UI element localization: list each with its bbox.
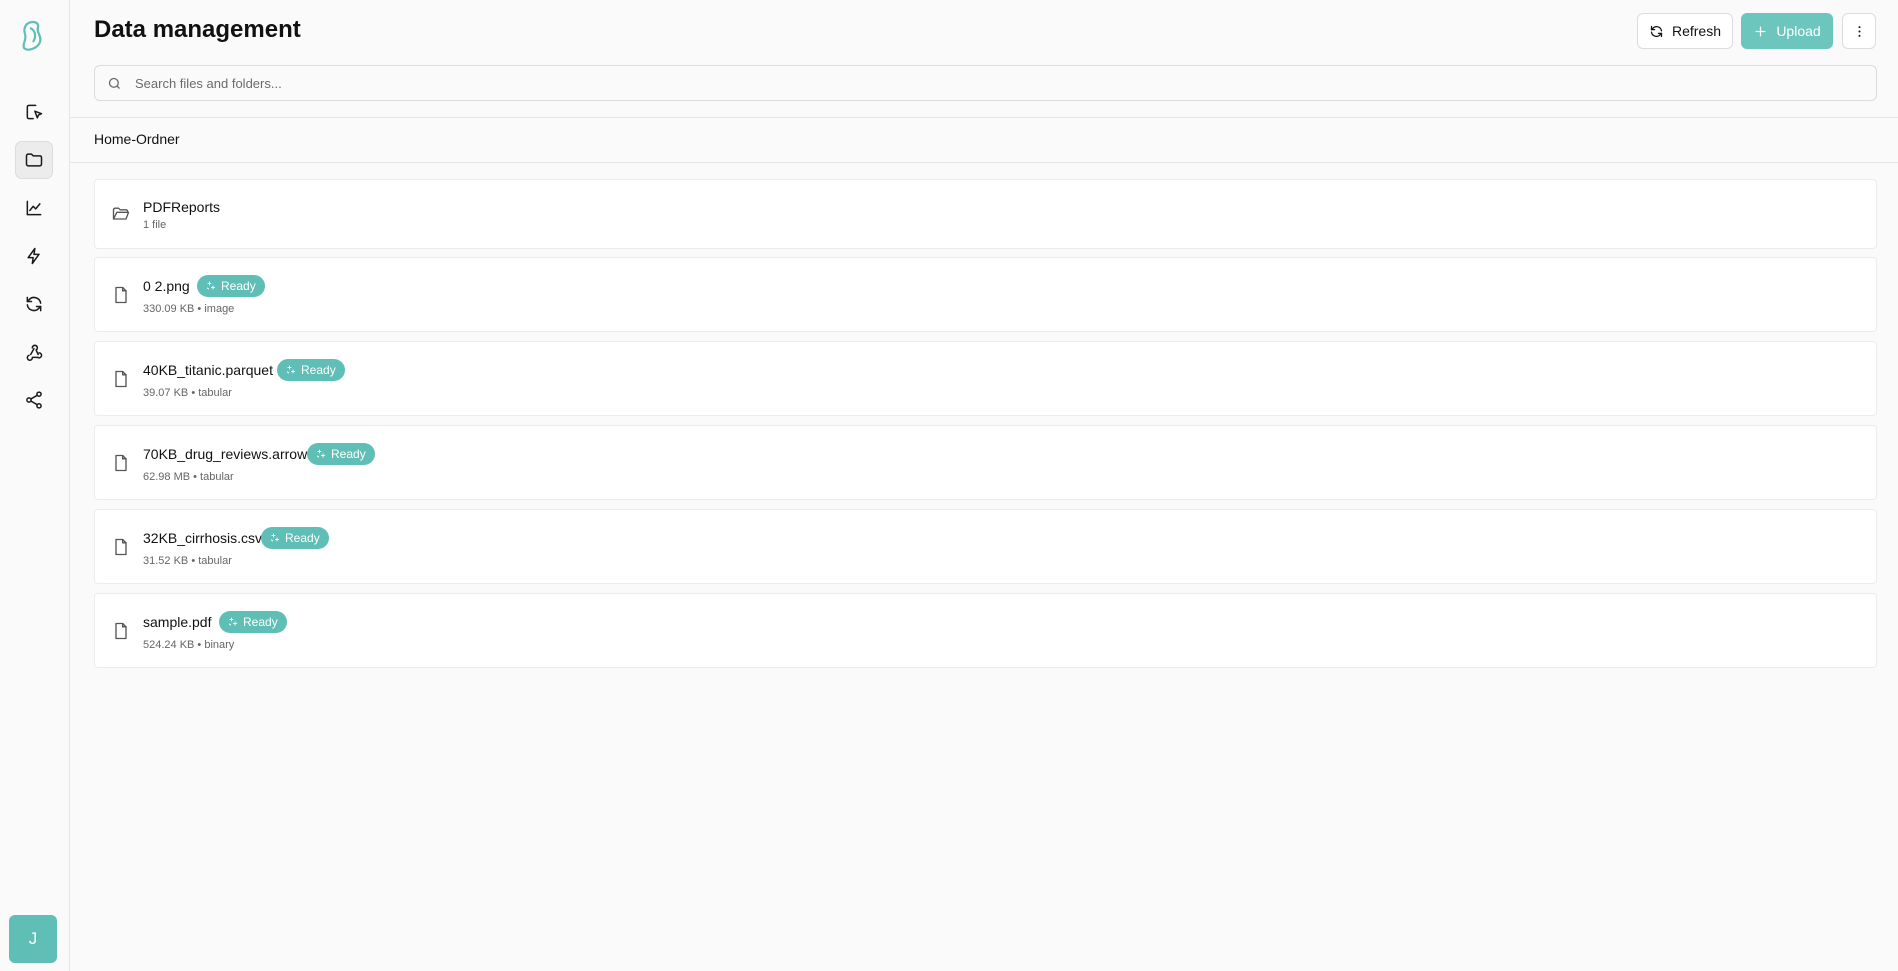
file-icon: [111, 621, 131, 641]
header-divider: [70, 117, 1898, 118]
refresh-icon: [26, 296, 42, 312]
nav-analytics[interactable]: [15, 189, 53, 227]
file-meta: 330.09 KB • image: [143, 303, 235, 315]
search-icon: [108, 77, 120, 89]
search-box: [94, 65, 1877, 101]
status-label: Ready: [221, 279, 256, 293]
nav-share[interactable]: [15, 381, 53, 419]
sparkles-icon: [207, 281, 215, 290]
status-label: Ready: [285, 531, 320, 545]
status-badge: Ready: [197, 275, 265, 297]
status-badge: Ready: [219, 611, 287, 633]
file-meta: 62.98 MB • tabular: [143, 471, 234, 483]
file-icon: [111, 537, 131, 557]
nav-automations[interactable]: [15, 237, 53, 275]
more-options-button[interactable]: [1842, 13, 1876, 49]
refresh-button[interactable]: Refresh: [1637, 13, 1733, 49]
nav-webhooks[interactable]: [15, 333, 53, 371]
nav-sync[interactable]: [15, 285, 53, 323]
breadcrumb-divider: [70, 162, 1898, 163]
file-row[interactable]: sample.pdf Ready 524.24 KB • binary: [94, 593, 1877, 668]
page-title: Data management: [94, 16, 301, 43]
file-meta: 31.52 KB • tabular: [143, 555, 232, 567]
file-name: 40KB_titanic.parquet: [143, 362, 273, 378]
file-icon: [111, 369, 131, 389]
avatar-initial: J: [28, 929, 38, 948]
pointer-select-icon: [26, 104, 43, 120]
share-icon: [26, 391, 42, 409]
status-badge: Ready: [277, 359, 345, 381]
file-name: sample.pdf: [143, 614, 212, 630]
breadcrumb[interactable]: Home-Ordner: [94, 131, 180, 147]
sparkles-icon: [317, 449, 325, 458]
folder-open-icon: [111, 204, 131, 224]
folder-meta: 1 file: [143, 219, 167, 231]
app-logo-icon[interactable]: [18, 18, 48, 52]
sidebar: J: [0, 0, 70, 971]
status-badge: Ready: [261, 527, 329, 549]
file-row[interactable]: 0 2.png Ready 330.09 KB • image: [94, 257, 1877, 332]
file-name: 0 2.png: [143, 278, 190, 294]
plus-icon: [1755, 26, 1766, 36]
sparkles-icon: [229, 617, 237, 626]
nav-pointer-select[interactable]: [15, 93, 53, 131]
folder-name: PDFReports: [143, 199, 221, 215]
folder-icon: [25, 153, 43, 167]
file-row[interactable]: 70KB_drug_reviews.arrow Ready 62.98 MB •…: [94, 425, 1877, 500]
status-label: Ready: [331, 447, 366, 461]
search-input[interactable]: [135, 66, 1865, 100]
nav-data-management[interactable]: [15, 141, 53, 179]
folder-row[interactable]: PDFReports 1 file: [94, 179, 1877, 249]
file-meta: 524.24 KB • binary: [143, 639, 235, 651]
file-name: 70KB_drug_reviews.arrow: [143, 446, 308, 462]
more-vertical-icon: [1858, 25, 1860, 37]
file-row[interactable]: 40KB_titanic.parquet Ready 39.07 KB • ta…: [94, 341, 1877, 416]
sparkles-icon: [287, 365, 295, 374]
status-badge: Ready: [307, 443, 375, 465]
upload-label: Upload: [1776, 23, 1821, 39]
file-row[interactable]: 32KB_cirrhosis.csv Ready 31.52 KB • tabu…: [94, 509, 1877, 584]
refresh-icon: [1650, 25, 1663, 37]
refresh-label: Refresh: [1671, 23, 1722, 39]
file-icon: [111, 285, 131, 305]
file-name: 32KB_cirrhosis.csv: [143, 530, 263, 546]
sparkles-icon: [271, 533, 279, 542]
file-meta: 39.07 KB • tabular: [143, 387, 232, 399]
line-chart-icon: [26, 200, 42, 216]
upload-button[interactable]: Upload: [1741, 13, 1833, 49]
webhook-icon: [26, 344, 43, 361]
lightning-icon: [27, 247, 40, 265]
file-icon: [111, 453, 131, 473]
user-avatar[interactable]: J: [9, 915, 57, 963]
status-label: Ready: [243, 615, 278, 629]
status-label: Ready: [301, 363, 336, 377]
